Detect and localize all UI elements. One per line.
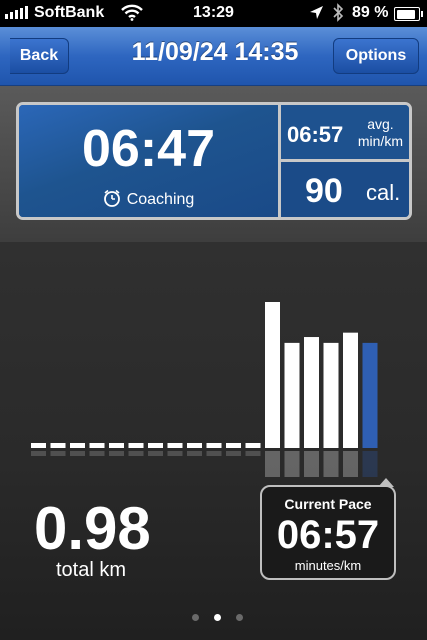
- location-arrow-icon: [309, 5, 324, 25]
- avg-pace-cell: 06:57 avg. min/km: [281, 105, 409, 159]
- chart-bar: [70, 443, 85, 448]
- chart-bar-reflection: [304, 451, 319, 477]
- chart-bar-reflection: [31, 451, 46, 456]
- chart-bar: [187, 443, 202, 448]
- chart-bar: [167, 443, 183, 448]
- avg-pace-unit-line2: min/km: [357, 133, 403, 149]
- avg-pace-unit: avg. min/km: [358, 116, 403, 150]
- chart-bar: [265, 302, 280, 448]
- back-button[interactable]: Back: [10, 38, 69, 74]
- stats-area: 06:47 Coaching 06:57 avg. min/km 90 cal.: [0, 86, 427, 242]
- chart-bar: [206, 443, 222, 448]
- chart-bar-reflection: [265, 451, 280, 477]
- chart-bar-reflection: [343, 451, 358, 477]
- duration-cell[interactable]: 06:47 Coaching: [19, 105, 278, 217]
- back-button-label: Back: [19, 47, 59, 64]
- page-dot[interactable]: [192, 614, 199, 621]
- chart-bar: [148, 443, 163, 448]
- avg-pace-unit-line1: avg.: [367, 116, 394, 132]
- chart-bar: [50, 443, 66, 448]
- calories-value: 90: [305, 172, 343, 210]
- stopwatch-icon: [103, 189, 121, 212]
- chart-bar: [226, 443, 241, 448]
- chart-bar-reflection: [109, 451, 124, 456]
- chart-bar: [284, 342, 300, 448]
- battery-percent: 89 %: [352, 4, 389, 21]
- page-dot[interactable]: [236, 614, 243, 621]
- chart-bar-reflection: [70, 451, 85, 456]
- chart-bar-reflection: [167, 451, 183, 456]
- chart-bar-reflection: [284, 451, 300, 477]
- chart-bar: [89, 443, 105, 448]
- chart-bar: [128, 443, 144, 448]
- battery-fill: [396, 9, 416, 19]
- coaching-label: Coaching: [126, 191, 195, 208]
- nav-title: 11/09/24 14:35: [131, 38, 299, 66]
- calories-cell: 90 cal.: [281, 162, 409, 217]
- chart-bar-reflection: [362, 451, 378, 477]
- total-distance-label: total km: [56, 559, 127, 581]
- chart-bar: [362, 342, 378, 448]
- chart-bar-reflection: [226, 451, 241, 456]
- chart-bar-reflection: [50, 451, 66, 456]
- options-button[interactable]: Options: [333, 38, 419, 74]
- duration-value: 06:47: [82, 120, 215, 178]
- chart-bar: [343, 332, 358, 448]
- chart-bar: [304, 337, 319, 448]
- chart-bar-reflection: [206, 451, 222, 456]
- total-distance-value: 0.98: [34, 495, 151, 562]
- chart-bar: [245, 443, 261, 448]
- chart-bar-reflection: [89, 451, 105, 456]
- chart-bar: [31, 443, 46, 448]
- page-dot[interactable]: [214, 614, 221, 621]
- chart-bar: [109, 443, 124, 448]
- page-indicator[interactable]: [190, 614, 243, 622]
- chart-bar-reflection: [245, 451, 261, 456]
- battery-icon: [394, 7, 423, 21]
- chart-bar-reflection: [323, 451, 339, 477]
- chart-bar: [323, 342, 339, 448]
- current-pace-title: Current Pace: [284, 496, 372, 512]
- stats-panel: 06:47 Coaching 06:57 avg. min/km 90 cal.: [16, 102, 412, 220]
- current-pace-value: 06:57: [276, 513, 380, 557]
- chart-bar-reflection: [187, 451, 202, 456]
- chart-bar-reflection: [148, 451, 163, 456]
- current-pace-unit: minutes/km: [294, 558, 362, 573]
- coaching-indicator: Coaching: [19, 189, 278, 212]
- chart-bar-reflection: [128, 451, 144, 456]
- bluetooth-icon: [332, 3, 344, 27]
- avg-pace-value: 06:57: [287, 122, 344, 147]
- navigation-bar: Back 11/09/24 14:35 Options: [0, 27, 427, 86]
- status-bar: SoftBank 13:29 89 %: [0, 0, 427, 27]
- current-pace-callout: Current Pace 06:57 minutes/km: [260, 485, 396, 580]
- calories-unit: cal.: [366, 180, 401, 205]
